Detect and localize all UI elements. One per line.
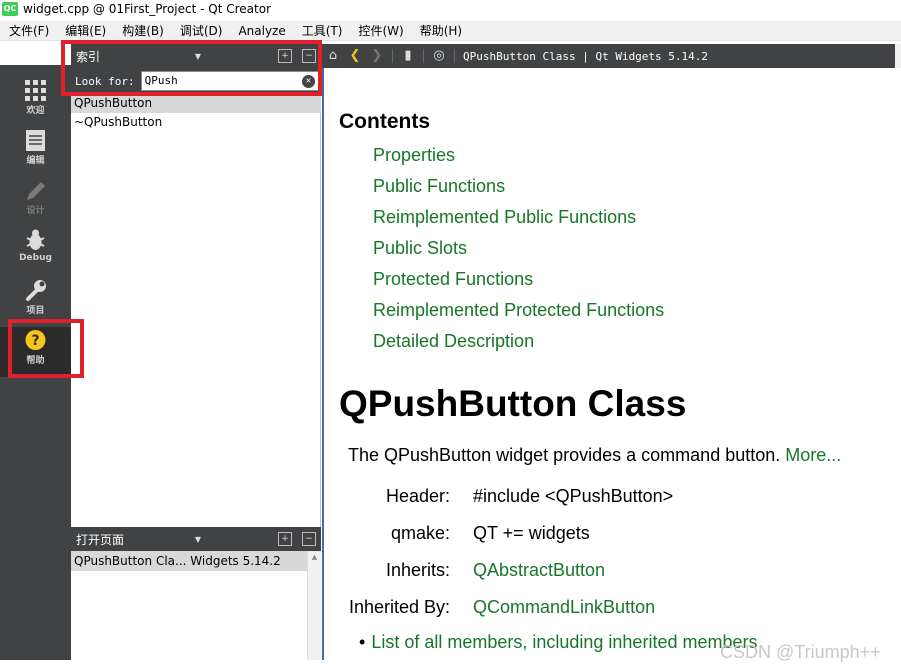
svg-text:?: ? xyxy=(31,333,39,349)
menu-build[interactable]: 构建(B) xyxy=(113,22,171,39)
toc-link-properties[interactable]: Properties xyxy=(373,145,455,166)
class-brief: The QPushButton widget provides a comman… xyxy=(348,445,841,466)
help-icon: ? xyxy=(25,330,46,350)
inherited-by-label: Inherited By: xyxy=(348,597,450,617)
mode-design[interactable]: 设计 xyxy=(0,177,71,227)
bullet-icon: • xyxy=(359,632,366,652)
index-result-item[interactable]: QPushButton xyxy=(71,94,321,113)
pen-icon xyxy=(27,182,45,200)
index-search-value: QPush xyxy=(144,74,178,87)
mode-debug[interactable]: Debug xyxy=(0,227,71,277)
close-pane-icon[interactable]: − xyxy=(302,532,316,546)
toc-link-reimplemented-public-functions[interactable]: Reimplemented Public Functions xyxy=(373,207,636,228)
sidebar-view-combo[interactable]: 索引 ▼ xyxy=(76,48,201,65)
index-search-input[interactable]: QPush ✕ xyxy=(140,71,321,91)
globe-icon[interactable]: ◎ xyxy=(428,44,450,68)
look-for-label: Look for: xyxy=(75,74,135,88)
home-icon[interactable]: ⌂ xyxy=(322,44,344,68)
grid-icon xyxy=(25,80,46,101)
help-sidebar: 索引 ▼ + − Look for: QPush ✕ QPushButton ~… xyxy=(71,44,321,660)
inherits-link[interactable]: QAbstractButton xyxy=(473,560,605,581)
header-label: Header: xyxy=(385,486,450,506)
mode-help-label: 帮助 xyxy=(26,356,45,366)
mode-selector-bar: 欢迎 编辑 设计 Debug 项目 ? 帮助 xyxy=(0,65,71,660)
dropdown-arrow-icon: ▼ xyxy=(194,534,201,544)
mode-help[interactable]: ? 帮助 xyxy=(0,327,71,377)
more-link[interactable]: More... xyxy=(785,445,841,465)
menu-widgets[interactable]: 控件(W) xyxy=(349,22,410,39)
mode-design-label: 设计 xyxy=(26,206,45,216)
inherits-label: Inherits: xyxy=(385,560,450,580)
open-pages-combo[interactable]: 打开页面 ▼ xyxy=(76,531,201,548)
bookmark-icon[interactable]: ▮ xyxy=(397,44,419,68)
mode-edit[interactable]: 编辑 xyxy=(0,127,71,177)
open-pages-header: 打开页面 ▼ + − xyxy=(71,527,321,551)
split-pane-icon[interactable]: + xyxy=(278,49,292,63)
index-results-list: QPushButton ~QPushButton xyxy=(71,94,321,132)
qmake-value: QT += widgets xyxy=(473,523,590,543)
toolbar-separator xyxy=(392,49,393,63)
bug-icon xyxy=(26,229,45,250)
toc-link-public-functions[interactable]: Public Functions xyxy=(373,176,505,197)
sidebar-view-label: 索引 xyxy=(76,49,101,64)
mode-welcome-label: 欢迎 xyxy=(26,106,45,116)
help-content-view: Contents Properties Public Functions Rei… xyxy=(322,68,901,660)
toolbar-edge xyxy=(895,44,901,68)
open-pages-scrollbar[interactable]: ▲ xyxy=(307,551,321,660)
toc-link-detailed-description[interactable]: Detailed Description xyxy=(373,331,534,352)
open-page-item[interactable]: QPushButton Cla... Widgets 5.14.2 xyxy=(71,551,307,571)
help-page-title: QPushButton Class | Qt Widgets 5.14.2 xyxy=(463,49,709,63)
class-brief-text: The QPushButton widget provides a comman… xyxy=(348,445,781,465)
menu-analyze[interactable]: Analyze xyxy=(229,24,292,38)
forward-icon[interactable]: ❯ xyxy=(366,44,388,68)
qmake-label: qmake: xyxy=(390,523,450,543)
menu-debug[interactable]: 调试(D) xyxy=(171,22,230,39)
index-result-item[interactable]: ~QPushButton xyxy=(71,113,321,132)
mode-welcome[interactable]: 欢迎 xyxy=(0,77,71,127)
menu-edit[interactable]: 编辑(E) xyxy=(56,22,113,39)
members-list-item: • List of all members, including inherite… xyxy=(359,632,757,653)
help-toolbar: ⌂ ❮ ❯ ▮ ◎ QPushButton Class | Qt Widgets… xyxy=(322,44,895,68)
all-members-link[interactable]: List of all members, including inherited… xyxy=(371,632,757,652)
inherited-by-link[interactable]: QCommandLinkButton xyxy=(473,597,655,618)
mode-projects-label: 项目 xyxy=(26,306,45,316)
mode-projects[interactable]: 项目 xyxy=(0,277,71,327)
toc-link-reimplemented-protected-functions[interactable]: Reimplemented Protected Functions xyxy=(373,300,664,321)
document-icon xyxy=(26,130,45,151)
open-pages-label: 打开页面 xyxy=(76,532,125,547)
title-bar: QC widget.cpp @ 01First_Project - Qt Cre… xyxy=(0,0,901,18)
toolbar-separator xyxy=(454,49,455,63)
dropdown-arrow-icon: ▼ xyxy=(194,51,201,61)
clear-search-icon[interactable]: ✕ xyxy=(302,75,315,88)
index-pane-header: 索引 ▼ + − xyxy=(71,44,321,68)
mode-debug-label: Debug xyxy=(19,253,52,263)
qt-creator-app-icon: QC xyxy=(2,2,18,16)
watermark: CSDN @Triumph++ xyxy=(720,642,881,662)
header-value: #include <QPushButton> xyxy=(473,486,674,506)
class-title: QPushButton Class xyxy=(339,383,687,424)
mode-edit-label: 编辑 xyxy=(26,156,45,166)
split-pane-icon[interactable]: + xyxy=(278,532,292,546)
menu-tools[interactable]: 工具(T) xyxy=(293,22,350,39)
menu-file[interactable]: 文件(F) xyxy=(0,22,56,39)
toc-link-protected-functions[interactable]: Protected Functions xyxy=(373,269,533,290)
toc-link-public-slots[interactable]: Public Slots xyxy=(373,238,467,259)
window-title: widget.cpp @ 01First_Project - Qt Creato… xyxy=(23,2,272,16)
close-pane-icon[interactable]: − xyxy=(302,49,316,63)
wrench-icon xyxy=(26,280,46,301)
look-for-row: Look for: QPush ✕ xyxy=(71,68,321,94)
menu-bar: 文件(F) 编辑(E) 构建(B) 调试(D) Analyze 工具(T) 控件… xyxy=(0,21,901,41)
open-pages-list: QPushButton Cla... Widgets 5.14.2 ▲ xyxy=(71,551,321,660)
toolbar-separator xyxy=(423,49,424,63)
contents-heading: Contents xyxy=(339,110,430,133)
back-icon[interactable]: ❮ xyxy=(344,44,366,68)
menu-help[interactable]: 帮助(H) xyxy=(411,22,469,39)
scroll-up-icon[interactable]: ▲ xyxy=(308,553,321,561)
